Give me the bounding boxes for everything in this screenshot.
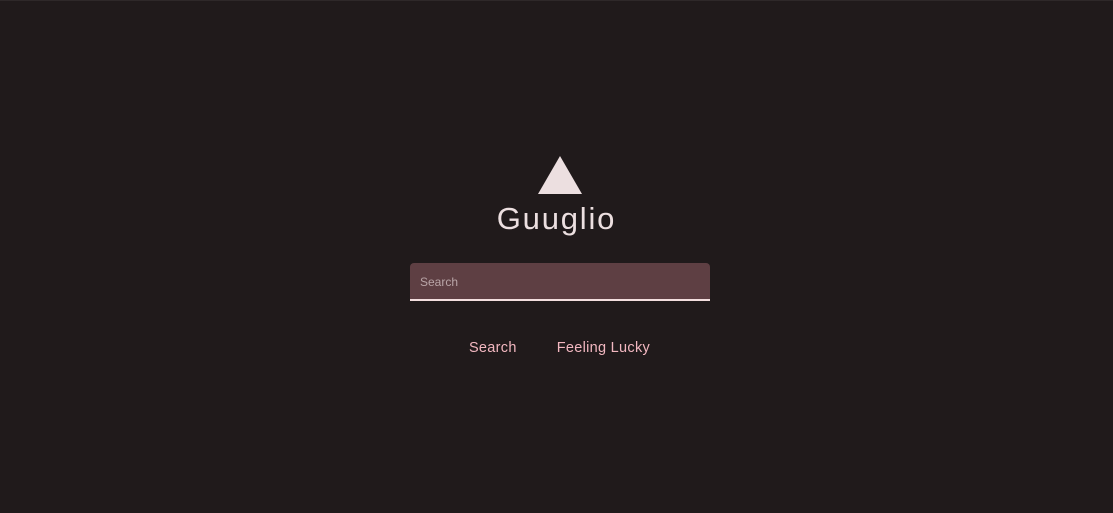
brand-title: Guuglio xyxy=(496,201,617,236)
search-button[interactable]: Search xyxy=(457,335,529,361)
search-input[interactable] xyxy=(410,263,710,299)
action-buttons: Search Feeling Lucky xyxy=(0,335,1113,361)
triangle-icon xyxy=(538,156,582,194)
search-field[interactable] xyxy=(410,263,710,301)
search-home-page: Guuglio Search Feeling Lucky xyxy=(0,0,1113,513)
feeling-lucky-button[interactable]: Feeling Lucky xyxy=(545,335,662,361)
